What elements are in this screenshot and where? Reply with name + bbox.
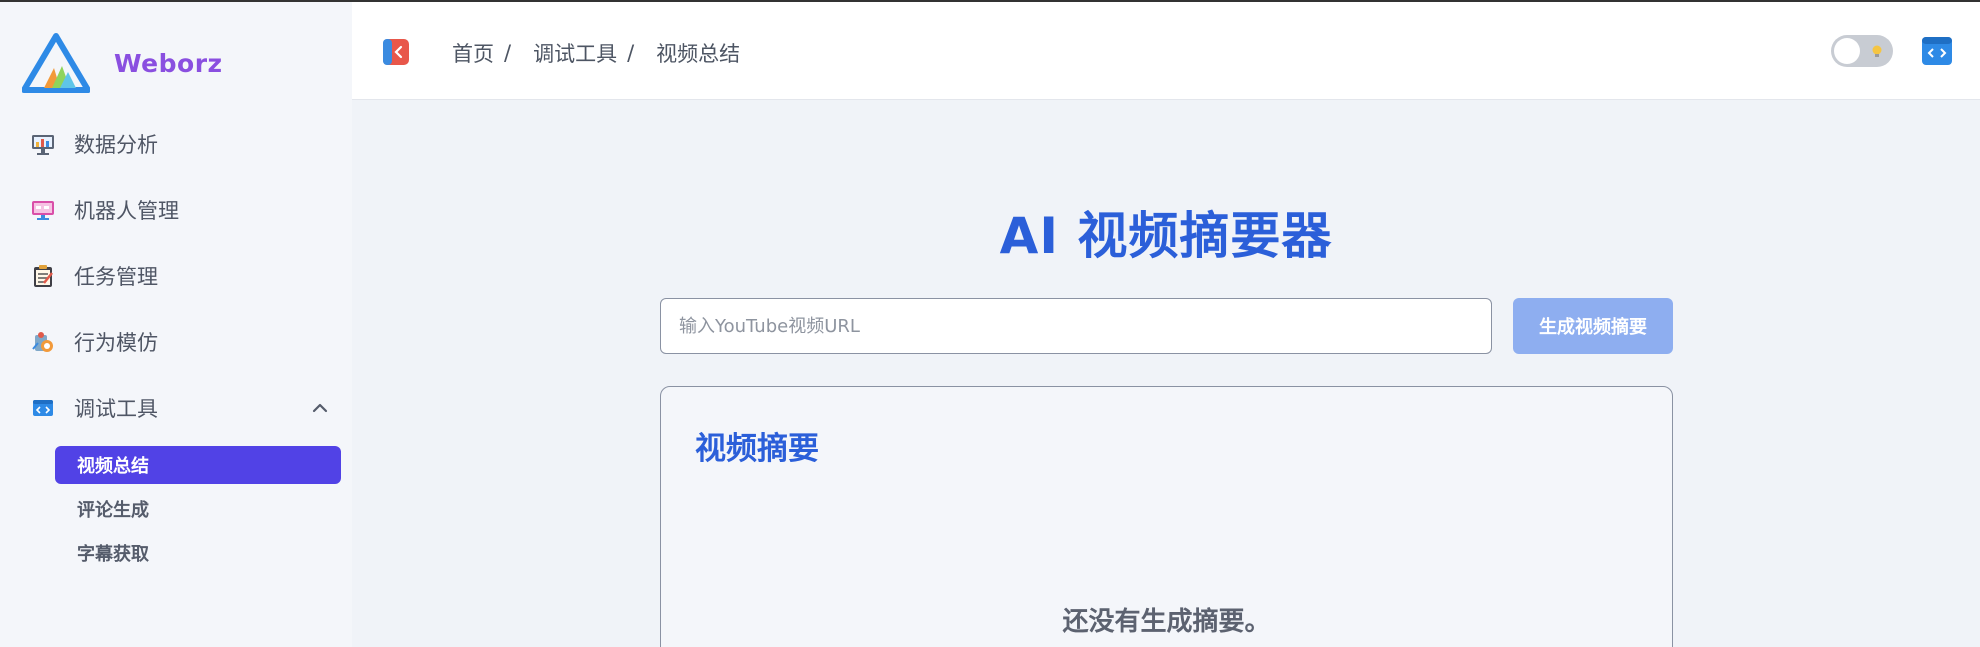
clipboard-icon	[34, 265, 53, 287]
code-window-icon[interactable]	[1921, 35, 1953, 67]
sidebar-item-robot-management[interactable]: 机器人管理	[30, 190, 330, 230]
youtube-url-input[interactable]	[660, 298, 1492, 354]
sidebar-item-debug-tools[interactable]: 调试工具	[30, 388, 330, 428]
sidebar-item-behavior-imitation[interactable]: 行为模仿	[30, 322, 330, 362]
breadcrumb-current: 视频总结	[656, 42, 741, 66]
sidebar-subitem-subtitle-fetch[interactable]: 字幕获取	[55, 534, 341, 572]
summary-card-title: 视频摘要	[695, 431, 819, 467]
brand-logo[interactable]: Weborz	[22, 32, 223, 94]
lightbulb-icon	[1872, 45, 1882, 57]
chevron-up-icon[interactable]	[310, 398, 330, 418]
summary-card: 视频摘要 还没有生成摘要。	[660, 386, 1673, 647]
sidebar-item-label: 行为模仿	[74, 331, 158, 355]
sidebar-collapse-icon[interactable]	[382, 38, 410, 66]
robot-screen-icon	[32, 201, 54, 220]
sidebar: Weborz 数据分析 机器人管理 任务管理 行为模仿 调试工具 视频总结 评论…	[0, 0, 352, 647]
sidebar-item-label: 调试工具	[74, 397, 158, 421]
weborz-logo-icon	[22, 33, 90, 93]
toggle-knob	[1834, 38, 1860, 64]
top-header: 首页 / 调试工具 / 视频总结	[352, 2, 1980, 100]
sidebar-subitem-comment-generation[interactable]: 评论生成	[55, 490, 341, 528]
sidebar-subitem-video-summary[interactable]: 视频总结	[55, 446, 341, 484]
breadcrumb-debug-tools[interactable]: 调试工具	[533, 38, 617, 68]
breadcrumb-separator: /	[504, 41, 512, 65]
sidebar-item-task-management[interactable]: 任务管理	[30, 256, 330, 296]
empty-state-message: 还没有生成摘要。	[1062, 607, 1271, 637]
sidebar-item-label: 数据分析	[74, 133, 158, 157]
generate-summary-button[interactable]: 生成视频摘要	[1513, 298, 1673, 354]
monitor-chart-icon	[32, 135, 54, 155]
sidebar-item-data-analysis[interactable]: 数据分析	[30, 124, 330, 164]
theme-toggle[interactable]	[1831, 35, 1893, 67]
behavior-icon	[32, 332, 53, 352]
page-title: AI 视频摘要器	[999, 207, 1333, 265]
breadcrumb-home[interactable]: 首页	[452, 38, 494, 68]
code-window-icon	[33, 400, 53, 416]
sidebar-item-label: 任务管理	[74, 265, 158, 289]
sidebar-item-label: 机器人管理	[74, 199, 179, 223]
window-top-border	[0, 0, 1980, 2]
brand-name: Weborz	[114, 48, 223, 78]
breadcrumb: 首页 / 调试工具 / 视频总结	[452, 38, 740, 68]
breadcrumb-separator: /	[627, 41, 635, 65]
